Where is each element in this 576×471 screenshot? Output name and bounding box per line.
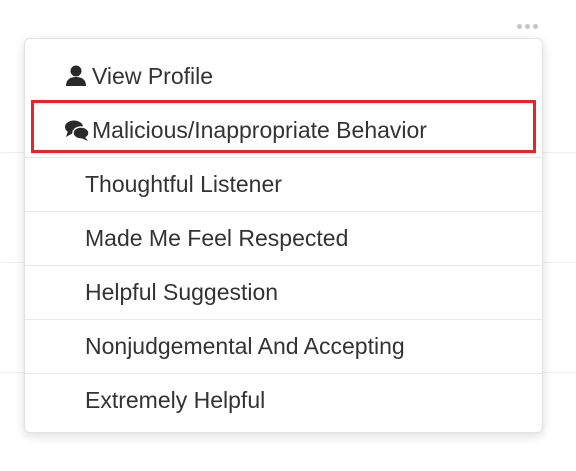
menu-item-thoughtful-listener[interactable]: Thoughtful Listener	[25, 157, 542, 211]
menu-item-nonjudgemental-and-accepting[interactable]: Nonjudgemental And Accepting	[25, 319, 542, 373]
more-horizontal-icon	[524, 23, 530, 29]
menu-item-label: Helpful Suggestion	[85, 279, 279, 305]
user-icon	[64, 64, 88, 88]
menu-item-label: Made Me Feel Respected	[85, 225, 349, 251]
chat-bubbles-icon	[64, 118, 90, 142]
more-horizontal-icon	[532, 23, 538, 29]
menu-item-label: View Profile	[92, 62, 214, 89]
profile-actions-dropdown: View Profile Malicious/Inappropriate Beh…	[24, 38, 543, 433]
more-horizontal-icon	[516, 23, 522, 29]
menu-item-report-behavior[interactable]: Malicious/Inappropriate Behavior	[25, 103, 542, 157]
menu-item-extremely-helpful[interactable]: Extremely Helpful	[25, 373, 542, 427]
more-options-button[interactable]	[512, 14, 542, 38]
menu-item-label: Malicious/Inappropriate Behavior	[92, 116, 427, 143]
menu-item-helpful-suggestion[interactable]: Helpful Suggestion	[25, 265, 542, 319]
menu-item-view-profile[interactable]: View Profile	[25, 49, 542, 103]
menu-item-label: Thoughtful Listener	[85, 171, 282, 197]
menu-item-label: Extremely Helpful	[85, 387, 266, 413]
menu-item-label: Nonjudgemental And Accepting	[85, 333, 405, 359]
menu-item-made-me-feel-respected[interactable]: Made Me Feel Respected	[25, 211, 542, 265]
